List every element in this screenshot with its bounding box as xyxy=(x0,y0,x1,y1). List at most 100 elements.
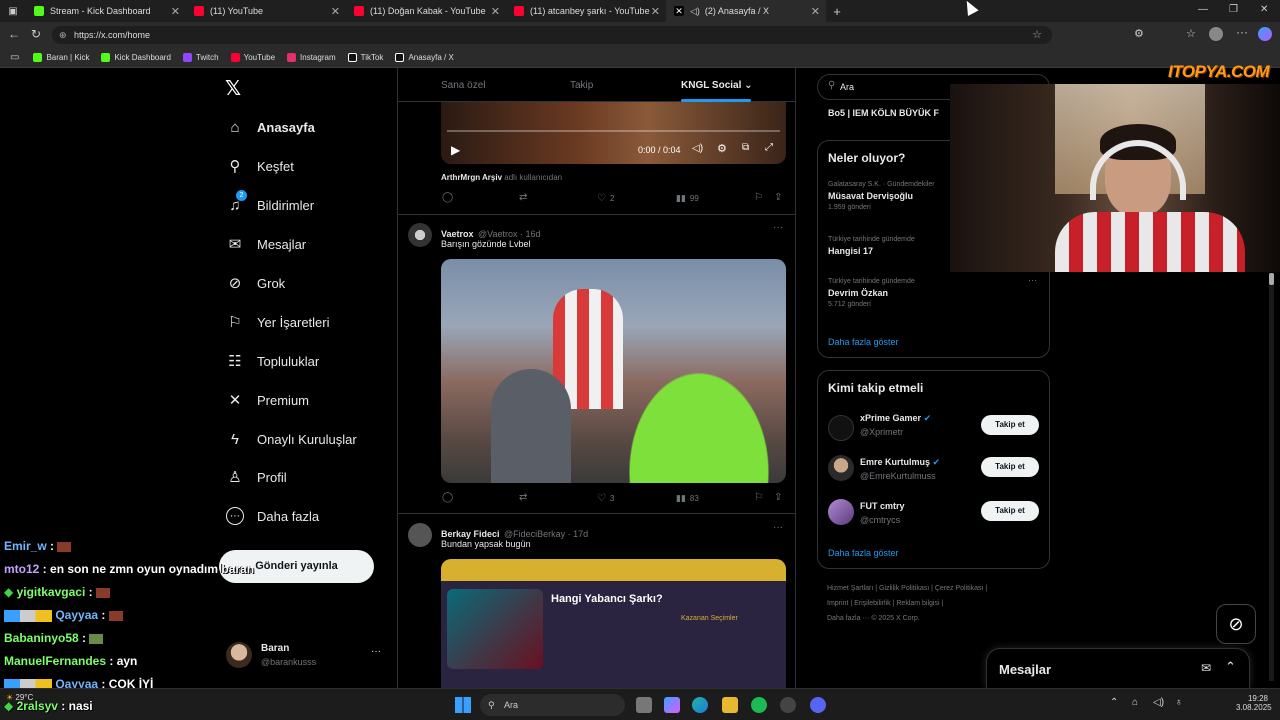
url-input[interactable]: ⊕ https://x.com/home ☆ xyxy=(52,26,1052,44)
nav-more[interactable]: ⋯ Daha fazla xyxy=(226,507,319,525)
favorite-star-icon[interactable]: ☆ xyxy=(1032,26,1042,44)
nav-verified-orgs[interactable]: ϟ Onaylı Kuruluşlar xyxy=(226,430,357,448)
maximize-icon[interactable]: ❐ xyxy=(1229,4,1238,15)
tab-close-icon[interactable]: ✕ xyxy=(331,5,340,18)
partial-card-title[interactable]: Bo5 | IEM KÖLN BÜYÜK F xyxy=(828,108,939,118)
nav-explore[interactable]: ⚲ Keşfet xyxy=(226,157,294,175)
speaker-icon[interactable]: ◁) xyxy=(1153,697,1164,708)
views-button[interactable]: ▮▮ 99 xyxy=(676,193,699,204)
bookmark-baran-kick[interactable]: Baran | Kick xyxy=(33,53,89,62)
speaker-icon[interactable]: ◁) xyxy=(690,6,700,17)
repost-icon[interactable]: ⇄ xyxy=(519,492,527,503)
edge-taskbar-icon[interactable] xyxy=(692,697,708,713)
follow-button[interactable]: Takip et xyxy=(981,501,1039,521)
file-explorer-icon[interactable] xyxy=(722,697,738,713)
bookmark-kick-dashboard[interactable]: Kick Dashboard xyxy=(101,53,171,62)
discord-icon[interactable] xyxy=(810,697,826,713)
tab-close-icon[interactable]: ✕ xyxy=(491,5,500,18)
tab-following[interactable]: Takip xyxy=(570,80,593,91)
show-more-link[interactable]: Daha fazla göster xyxy=(828,337,899,347)
tab-close-icon[interactable]: ✕ xyxy=(811,5,820,18)
nav-profile[interactable]: ♙ Profil xyxy=(226,468,286,486)
like-button[interactable]: ♡ 2 xyxy=(597,193,614,204)
suggestion-item[interactable]: Emre Kurtulmuş ✔ @EmreKurtulmuss Takip e… xyxy=(818,453,1049,493)
bookmark-x-home[interactable]: Anasayfa / X xyxy=(395,53,454,62)
views-button[interactable]: ▮▮ 83 xyxy=(676,493,699,504)
steam-icon[interactable] xyxy=(780,697,796,713)
browser-tab-dogan-kabak[interactable]: (11) Doğan Kabak - YouTube ✕ xyxy=(346,0,506,22)
like-button[interactable]: ♡ 3 xyxy=(597,493,614,504)
nav-premium[interactable]: ✕ Premium xyxy=(226,391,309,409)
tab-close-icon[interactable]: ✕ xyxy=(651,5,660,18)
tweet-image[interactable]: Hangi Yabancı Şarkı? Kazanan Seçimler xyxy=(441,559,786,688)
show-more-link[interactable]: Daha fazla göster xyxy=(828,548,899,558)
nav-communities[interactable]: ☷ Topluluklar xyxy=(226,352,319,370)
extensions-icon[interactable]: ⚙ xyxy=(1134,27,1144,40)
microphone-icon[interactable]: ♁ xyxy=(1175,697,1183,708)
back-icon[interactable]: ← xyxy=(8,27,20,41)
reload-icon[interactable]: ↻ xyxy=(31,27,41,41)
fullscreen-icon[interactable]: ⤢ xyxy=(765,142,773,153)
volume-icon[interactable]: ◁) xyxy=(692,143,703,154)
tab-kngl-social[interactable]: KNGL Social ⌄ xyxy=(681,80,753,91)
bookmark-icon[interactable]: ⚐ xyxy=(754,492,763,503)
tweet-more-icon[interactable]: ··· xyxy=(773,222,783,233)
scrollbar-thumb[interactable] xyxy=(1269,273,1274,285)
pip-icon[interactable]: ⧉ xyxy=(742,142,749,153)
bookmark-icon[interactable]: ⚐ xyxy=(754,192,763,203)
tab-close-icon[interactable]: ✕ xyxy=(171,5,180,18)
bookmarks-toggle-icon[interactable]: ▭ xyxy=(10,52,19,63)
profile-avatar-icon[interactable] xyxy=(1209,27,1223,41)
trend-more-icon[interactable]: ··· xyxy=(1028,275,1037,285)
browser-tab-kick-dashboard[interactable]: Stream - Kick Dashboard ✕ xyxy=(26,0,186,22)
trend-item[interactable]: Türkiye tarihinde gündemde Devrim Özkan … xyxy=(828,278,1038,308)
video-attribution[interactable]: ArthrMrgn Arşiv adlı kullanıcıdan xyxy=(441,173,562,182)
avatar[interactable] xyxy=(408,523,432,547)
menu-dots-icon[interactable]: ··· xyxy=(1236,25,1248,39)
browser-tab-x-home[interactable]: ✕ ◁) (2) Anasayfa / X ✕ xyxy=(666,0,826,22)
nav-notifications[interactable]: ♫ 2 Bildirimler xyxy=(226,190,314,214)
bookmark-youtube[interactable]: YouTube xyxy=(230,53,275,62)
repost-icon[interactable]: ⇄ xyxy=(519,192,527,203)
tweet-author-name[interactable]: Vaetrox xyxy=(441,229,474,239)
tweet-author-handle[interactable]: @FideciBerkay · 17d xyxy=(504,529,588,539)
nav-home[interactable]: ⌂ Anasayfa xyxy=(226,118,314,136)
tab-actions-icon[interactable]: ▣ xyxy=(0,0,26,22)
follow-button[interactable]: Takip et xyxy=(981,457,1039,477)
task-view-icon[interactable] xyxy=(636,697,652,713)
new-message-icon[interactable]: ✉ xyxy=(1201,661,1211,675)
close-window-icon[interactable]: ✕ xyxy=(1260,4,1268,15)
browser-tab-atcanbey[interactable]: (11) atcanbey şarkı - YouTube ✕ xyxy=(506,0,666,22)
share-icon[interactable]: ⇪ xyxy=(774,492,782,503)
follow-button[interactable]: Takip et xyxy=(981,415,1039,435)
account-switcher[interactable]: Baran @barankusss ··· xyxy=(226,640,386,670)
spotify-icon[interactable] xyxy=(751,697,767,713)
video-progress-bar[interactable] xyxy=(447,130,780,132)
x-logo-icon[interactable]: 𝕏 xyxy=(225,76,241,101)
nav-grok[interactable]: ⊘ Grok xyxy=(226,274,285,292)
footer-links[interactable]: Hizmet Şartları | Gizlilik Politikası | … xyxy=(827,585,987,592)
tweet-author-handle[interactable]: @Vaetrox · 16d xyxy=(478,229,541,239)
avatar[interactable] xyxy=(408,223,432,247)
video-player[interactable]: ▶ 0:00 / 0:04 ◁) ⚙ ⧉ ⤢ xyxy=(441,102,786,164)
nav-messages[interactable]: ✉ Mesajlar xyxy=(226,235,306,253)
minimize-icon[interactable]: — xyxy=(1198,4,1208,15)
nav-bookmarks[interactable]: ⚐ Yer İşaretleri xyxy=(226,313,329,331)
tweet-image[interactable] xyxy=(441,259,786,483)
bookmark-tiktok[interactable]: TikTok xyxy=(347,53,383,62)
bookmark-twitch[interactable]: Twitch xyxy=(182,53,219,62)
reply-icon[interactable]: ◯ xyxy=(442,192,453,203)
tab-for-you[interactable]: Sana özel xyxy=(441,80,485,91)
footer-links[interactable]: Imprint | Erişilebilirlik | Reklam bilgi… xyxy=(827,600,943,607)
scrollbar[interactable] xyxy=(1269,273,1274,681)
bookmark-instagram[interactable]: Instagram xyxy=(287,53,336,62)
play-icon[interactable]: ▶ xyxy=(451,143,460,157)
site-info-icon[interactable]: ⊕ xyxy=(59,26,67,44)
account-more-icon[interactable]: ··· xyxy=(371,646,381,657)
tray-overflow-icon[interactable]: ⌃ xyxy=(1110,697,1118,708)
favorites-icon[interactable]: ☆ xyxy=(1186,27,1196,40)
expand-up-icon[interactable]: ⌃ xyxy=(1225,659,1236,675)
start-button-icon[interactable] xyxy=(455,697,471,713)
suggestion-item[interactable]: xPrime Gamer ✔ @Xprimetr Takip et xyxy=(818,409,1049,449)
search-input[interactable]: Ara xyxy=(840,82,854,92)
